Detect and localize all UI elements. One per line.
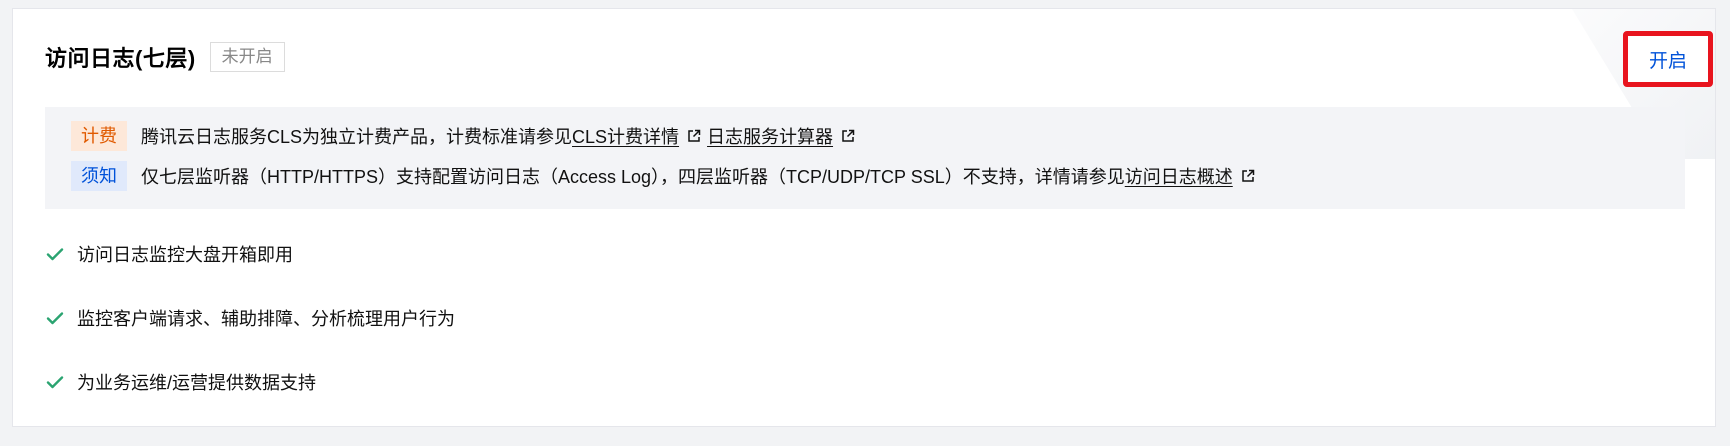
enable-button-highlight: 开启: [1623, 31, 1713, 87]
card-title: 访问日志(七层): [45, 46, 196, 71]
enable-button[interactable]: 开启: [1638, 41, 1697, 77]
feature-item: 为业务运维/运营提供数据支持: [45, 369, 316, 395]
check-icon: [46, 248, 64, 261]
feature-item: 监控客户端请求、辅助排障、分析梳理用户行为: [45, 305, 455, 331]
external-link-icon[interactable]: [687, 129, 701, 143]
feature-text: 为业务运维/运营提供数据支持: [77, 373, 316, 393]
fee-text: 腾讯云日志服务CLS为独立计费产品，计费标准请参见: [141, 127, 573, 147]
access-log-card: 访问日志(七层) 未开启 开启 计费 腾讯云日志服务CLS为独立计费产品，计费标…: [12, 8, 1716, 427]
notice-panel: 计费 腾讯云日志服务CLS为独立计费产品，计费标准请参见 CLS计费详情 日志服…: [45, 107, 1685, 209]
check-icon: [46, 376, 64, 389]
feature-text: 访问日志监控大盘开箱即用: [77, 245, 293, 265]
feature-text: 监控客户端请求、辅助排障、分析梳理用户行为: [77, 309, 455, 329]
cls-pricing-link[interactable]: CLS计费详情: [572, 123, 679, 149]
feature-item: 访问日志监控大盘开箱即用: [45, 241, 293, 267]
cls-calculator-link[interactable]: 日志服务计算器: [707, 123, 833, 149]
card-header: 访问日志(七层) 未开启: [45, 41, 285, 73]
must-know-tag: 须知: [71, 161, 127, 191]
must-know-text: 仅七层监听器（HTTP/HTTPS）支持配置访问日志（Access Log），四…: [141, 167, 1125, 187]
external-link-icon[interactable]: [841, 129, 855, 143]
access-log-overview-link[interactable]: 访问日志概述: [1125, 163, 1233, 189]
check-icon: [46, 312, 64, 325]
fee-tag: 计费: [71, 121, 127, 151]
status-badge: 未开启: [209, 42, 285, 72]
fee-notice: 计费 腾讯云日志服务CLS为独立计费产品，计费标准请参见 CLS计费详情 日志服…: [71, 121, 861, 151]
external-link-icon[interactable]: [1241, 169, 1255, 183]
must-know-notice: 须知 仅七层监听器（HTTP/HTTPS）支持配置访问日志（Access Log…: [71, 161, 1261, 191]
